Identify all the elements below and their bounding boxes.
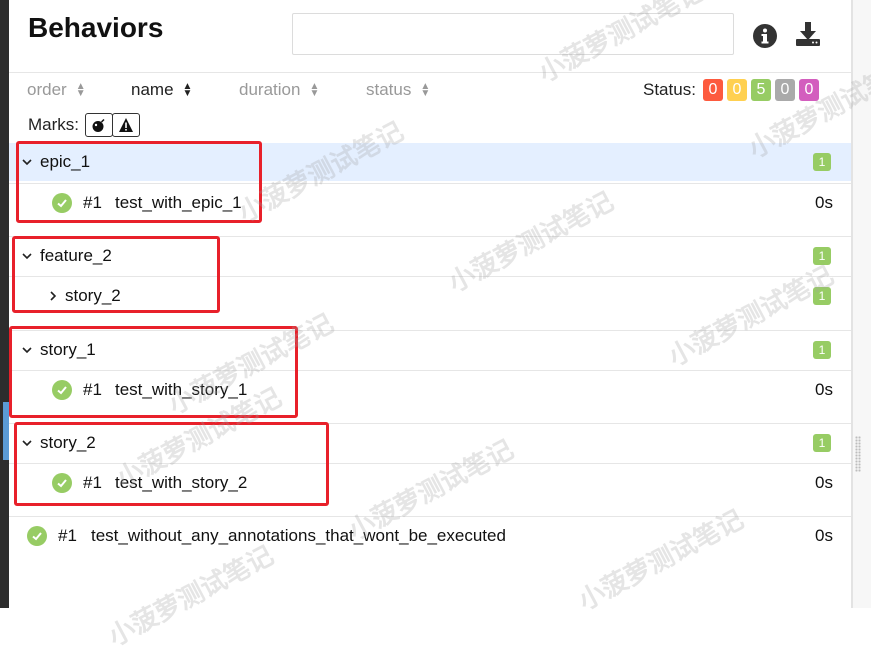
test-name: test_without_any_annotations_that_wont_b… xyxy=(91,526,506,545)
info-button[interactable] xyxy=(751,22,779,50)
page-title: Behaviors xyxy=(28,12,164,43)
test-duration: 0s xyxy=(815,473,833,492)
warning-icon xyxy=(119,118,133,132)
marks-label: Marks: xyxy=(28,115,79,134)
sort-by-order[interactable]: order ▲ ▼ xyxy=(27,80,86,100)
bomb-icon xyxy=(92,118,105,132)
resize-handle[interactable] xyxy=(855,436,861,472)
highlight-box-epic xyxy=(16,141,262,223)
status-skipped-toggle[interactable]: 0 xyxy=(775,79,795,101)
test-number: #1 xyxy=(58,526,77,545)
test-duration: 0s xyxy=(815,193,833,212)
sort-by-name[interactable]: name ▲ ▼ xyxy=(131,80,192,100)
right-pane-edge xyxy=(853,0,871,608)
flaky-mark-toggle[interactable] xyxy=(85,113,113,137)
sort-duration-label: duration xyxy=(239,80,301,99)
left-sidebar-edge xyxy=(0,0,9,608)
passed-count-badge: 1 xyxy=(813,341,831,359)
test-duration: 0s xyxy=(815,526,833,545)
test-row-root[interactable]: #1 test_without_any_annotations_that_won… xyxy=(9,517,851,555)
passed-check-icon xyxy=(27,526,47,546)
sort-by-status[interactable]: status ▲ ▼ xyxy=(366,80,430,100)
highlight-box-feature xyxy=(12,236,220,313)
highlight-box-story-2 xyxy=(14,422,329,506)
highlight-box-story-1 xyxy=(9,326,298,418)
sort-arrows-icon: ▲ ▼ xyxy=(420,81,431,99)
header-divider xyxy=(9,72,851,73)
status-filter-label: Status: xyxy=(643,80,696,99)
download-icon xyxy=(796,22,820,46)
sort-status-label: status xyxy=(366,80,412,99)
behaviors-panel: Behaviors order ▲ ▼ name ▲ ▼ duration ▲ ▼ s xyxy=(9,0,871,652)
sort-by-duration[interactable]: duration ▲ ▼ xyxy=(239,80,319,100)
sort-arrows-icon: ▲ ▼ xyxy=(182,81,193,99)
sort-order-label: order xyxy=(27,80,67,99)
sort-name-label: name xyxy=(131,80,174,99)
passed-count-badge: 1 xyxy=(813,247,831,265)
status-filter: 0 0 5 0 0 xyxy=(703,79,819,101)
marks-filter: Marks: xyxy=(28,113,140,137)
download-button[interactable] xyxy=(794,20,822,48)
status-passed-toggle[interactable]: 5 xyxy=(751,79,771,101)
test-duration: 0s xyxy=(815,380,833,399)
passed-count-badge: 1 xyxy=(813,434,831,452)
passed-count-badge: 1 xyxy=(813,287,831,305)
search-input[interactable] xyxy=(292,13,734,55)
status-failed-toggle[interactable]: 0 xyxy=(703,79,723,101)
status-broken-toggle[interactable]: 0 xyxy=(727,79,747,101)
status-unknown-toggle[interactable]: 0 xyxy=(799,79,819,101)
passed-count-badge: 1 xyxy=(813,153,831,171)
sort-arrows-icon: ▲ ▼ xyxy=(309,81,320,99)
sort-arrows-icon: ▲ ▼ xyxy=(75,81,86,99)
info-icon xyxy=(753,24,777,48)
new-failed-mark-toggle[interactable] xyxy=(112,113,140,137)
